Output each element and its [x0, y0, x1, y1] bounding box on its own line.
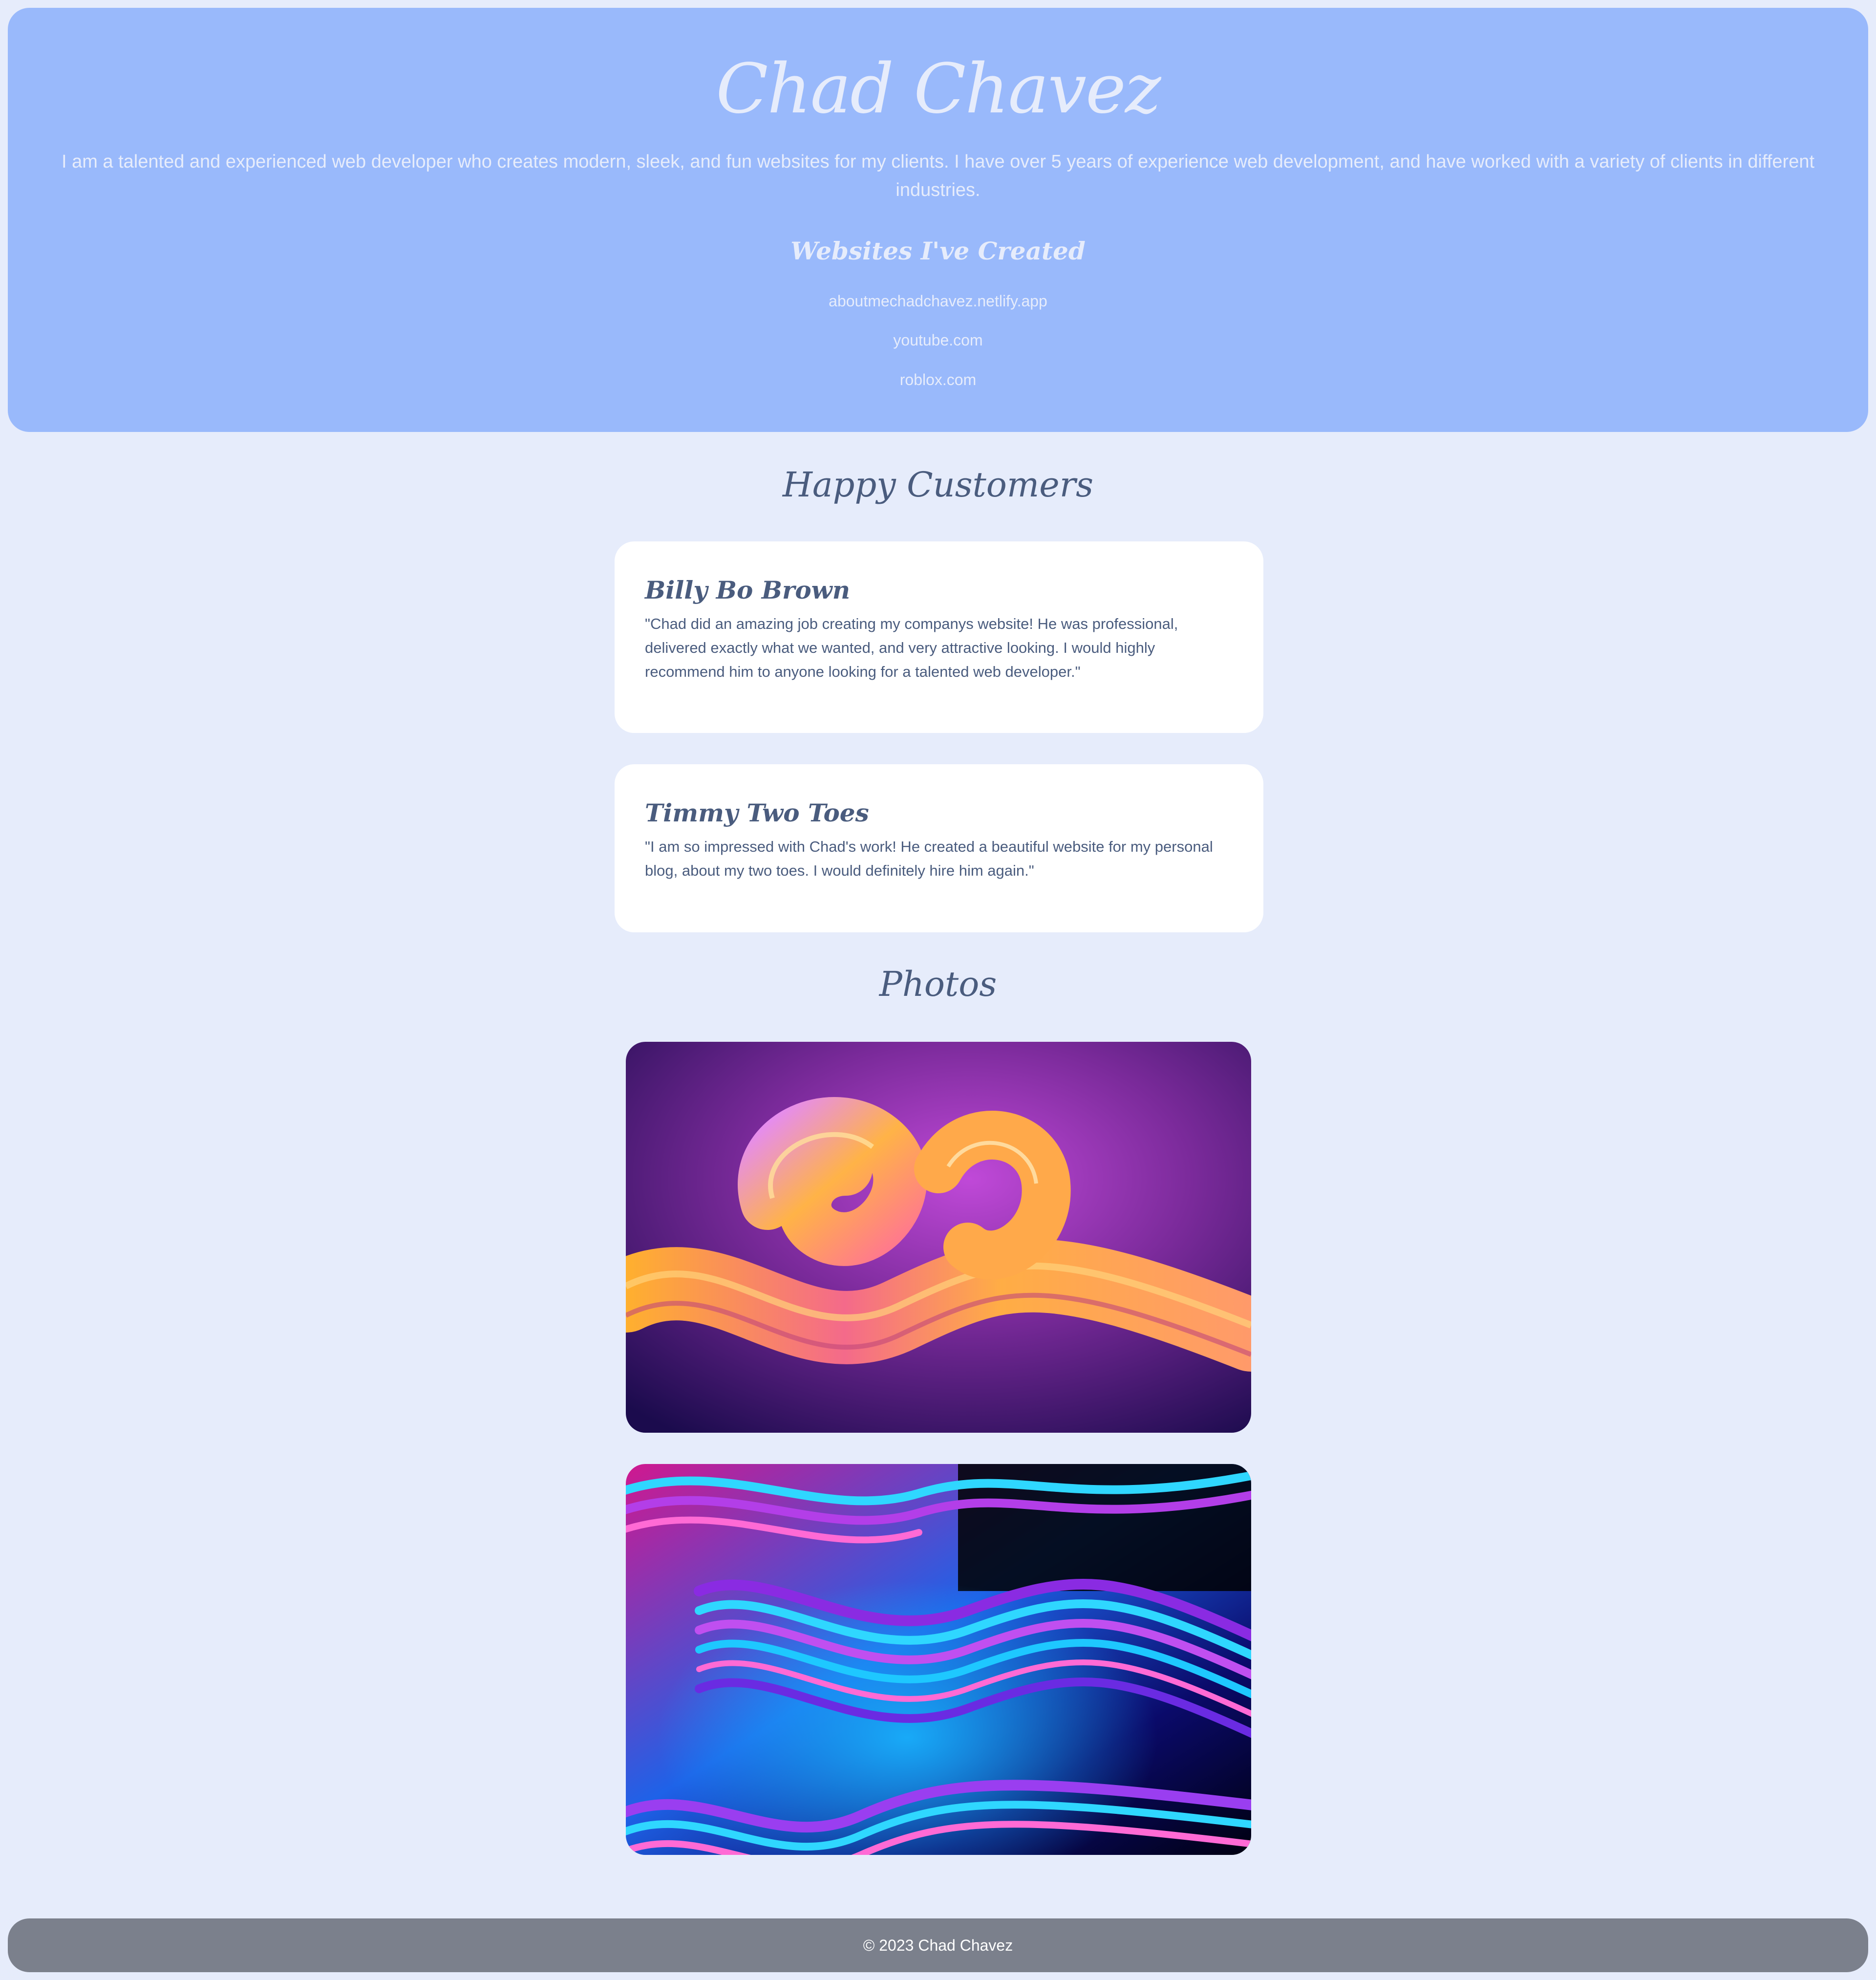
warm-swirl-image — [626, 1042, 1251, 1433]
photos-heading: Photos — [879, 964, 997, 1004]
testimonial-author: Timmy Two Toes — [645, 798, 869, 827]
happy-customers-heading: Happy Customers — [782, 465, 1094, 505]
websites-heading: Websites I've Created — [790, 237, 1086, 265]
photo-neon-waves — [626, 1464, 1251, 1855]
website-link-aboutme[interactable]: aboutmechadchavez.netlify.app — [8, 291, 1868, 311]
testimonial-card: Timmy Two Toes "I am so impressed with C… — [615, 764, 1263, 932]
site-owner-name: Chad Chavez — [716, 49, 1161, 129]
page-footer: © 2023 Chad Chavez — [8, 1918, 1868, 1972]
neon-waves-image — [626, 1464, 1251, 1855]
website-link-youtube[interactable]: youtube.com — [8, 330, 1868, 350]
intro-paragraph: I am a talented and experienced web deve… — [61, 151, 1815, 200]
hero-header: Chad Chavez I am a talented and experien… — [8, 8, 1868, 432]
testimonial-author: Billy Bo Brown — [645, 576, 851, 604]
website-link-roblox[interactable]: roblox.com — [8, 370, 1868, 389]
testimonial-quote: "Chad did an amazing job creating my com… — [645, 615, 1178, 680]
testimonial-card: Billy Bo Brown "Chad did an amazing job … — [615, 541, 1263, 733]
testimonial-quote: "I am so impressed with Chad's work! He … — [645, 838, 1213, 879]
copyright-text: © 2023 Chad Chavez — [863, 1937, 1013, 1954]
photo-warm-swirl — [626, 1042, 1251, 1433]
